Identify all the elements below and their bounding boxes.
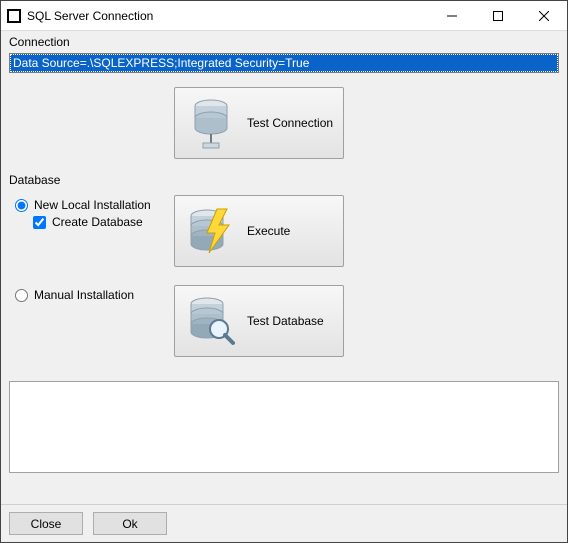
new-local-installation-radio[interactable]: New Local Installation	[15, 198, 174, 212]
test-database-label: Test Database	[247, 314, 324, 328]
output-textbox[interactable]	[9, 381, 559, 473]
execute-button[interactable]: Execute	[174, 195, 344, 267]
close-window-button[interactable]	[521, 1, 567, 31]
close-button[interactable]: Close	[9, 512, 83, 535]
manual-installation-label: Manual Installation	[34, 288, 134, 302]
footer: Close Ok	[1, 504, 567, 542]
maximize-button[interactable]	[475, 1, 521, 31]
test-connection-button[interactable]: Test Connection	[174, 87, 344, 159]
database-lightning-icon	[183, 203, 239, 259]
window-title: SQL Server Connection	[27, 9, 153, 23]
content-area: Connection Test Connection Database	[1, 31, 567, 504]
create-database-label: Create Database	[52, 215, 143, 229]
test-connection-label: Test Connection	[247, 116, 333, 130]
connection-string-input[interactable]	[9, 53, 559, 73]
create-database-checkbox[interactable]: Create Database	[33, 215, 174, 229]
titlebar: SQL Server Connection	[1, 1, 567, 31]
connection-label: Connection	[9, 35, 559, 49]
database-search-icon	[183, 293, 239, 349]
database-network-icon	[183, 95, 239, 151]
app-icon	[7, 9, 21, 23]
new-local-installation-label: New Local Installation	[34, 198, 151, 212]
minimize-button[interactable]	[429, 1, 475, 31]
manual-installation-radio[interactable]: Manual Installation	[15, 288, 174, 302]
test-database-button[interactable]: Test Database	[174, 285, 344, 357]
database-label: Database	[9, 173, 559, 187]
ok-button[interactable]: Ok	[93, 512, 167, 535]
execute-label: Execute	[247, 224, 290, 238]
